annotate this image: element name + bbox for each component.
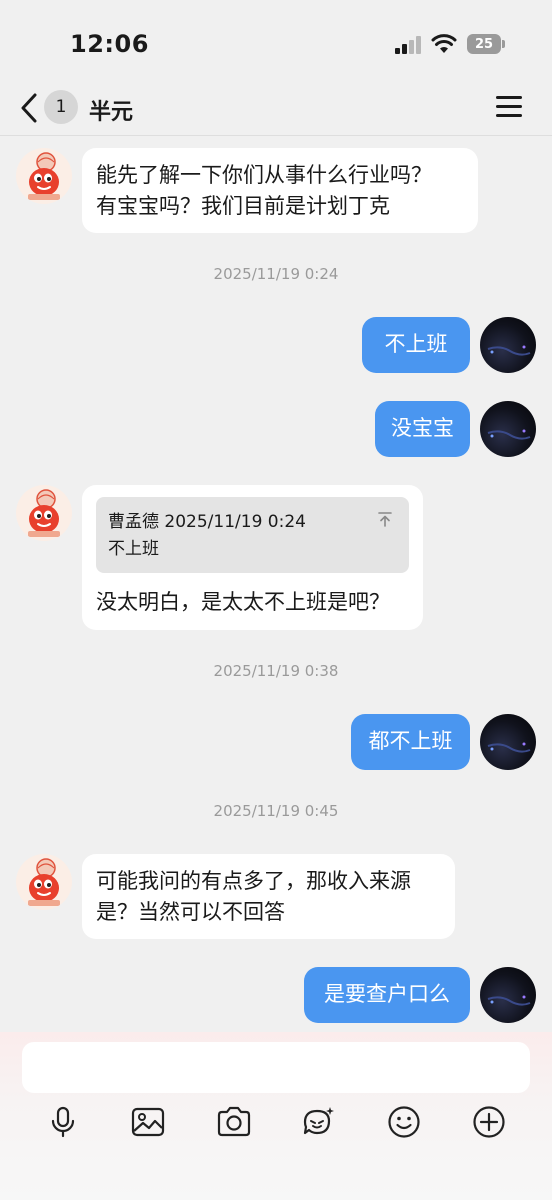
user-avatar[interactable] <box>480 401 536 457</box>
message-list[interactable]: 能先了解一下你们从事什么行业吗？ 有宝宝吗？我们目前是计划丁克 2025/11/… <box>0 136 552 1032</box>
image-icon[interactable] <box>130 1104 166 1140</box>
message-input[interactable] <box>22 1042 530 1093</box>
chat-header: 1 半元 <box>0 80 552 136</box>
user-avatar[interactable] <box>480 714 536 770</box>
message-text: 可能我问的有点多了，那收入来源 <box>96 869 411 893</box>
message-text: 有宝宝吗？我们目前是计划丁克 <box>96 194 390 218</box>
message-text: 没宝宝 <box>391 416 454 440</box>
composer <box>0 1032 552 1200</box>
mascot-icon <box>28 858 60 906</box>
message-text: 没太明白，是太太不上班是吧？ <box>96 590 390 614</box>
chat-title: 半元 <box>89 100 134 125</box>
avatar-photo <box>487 742 531 753</box>
unread-count-badge[interactable]: 1 <box>44 90 78 124</box>
message-text: 是？当然可以不回答 <box>96 900 285 924</box>
mascot-icon <box>28 489 60 537</box>
wifi-icon <box>431 34 457 53</box>
message-bubble-outgoing[interactable]: 不上班 <box>362 317 470 373</box>
message-bubble-outgoing[interactable]: 都不上班 <box>351 714 470 770</box>
menu-icon[interactable] <box>496 96 522 118</box>
battery-tip <box>502 40 505 48</box>
signal-icon <box>395 36 423 54</box>
message-text: 能先了解一下你们从事什么行业吗？ <box>96 163 432 187</box>
avatar-photo <box>487 345 531 356</box>
avatar-photo <box>487 429 531 440</box>
plus-icon[interactable] <box>471 1104 507 1140</box>
message-bubble-outgoing[interactable]: 是要查户口么 <box>304 967 470 1023</box>
message-bubble-incoming[interactable]: 可能我问的有点多了，那收入来源 是？当然可以不回答 <box>82 854 455 939</box>
sticker-icon[interactable] <box>300 1104 336 1140</box>
camera-icon[interactable] <box>216 1104 252 1140</box>
contact-avatar[interactable] <box>16 148 72 204</box>
message-bubble-incoming[interactable]: 能先了解一下你们从事什么行业吗？ 有宝宝吗？我们目前是计划丁克 <box>82 148 478 233</box>
message-bubble-incoming[interactable]: 曹孟德 2025/11/19 0:24 不上班 没太明白，是太太不上班是吧？ <box>82 485 423 630</box>
jump-to-top-icon[interactable] <box>377 511 393 527</box>
status-time: 12:06 <box>70 30 149 58</box>
quoted-message-header: 曹孟德 2025/11/19 0:24 <box>108 512 306 532</box>
avatar-photo <box>487 995 531 1006</box>
message-text: 都不上班 <box>368 729 453 753</box>
user-avatar[interactable] <box>480 967 536 1023</box>
quoted-message-text: 不上班 <box>108 539 159 559</box>
microphone-icon[interactable] <box>45 1104 81 1140</box>
contact-avatar[interactable] <box>16 854 72 910</box>
message-text: 是要查户口么 <box>324 982 450 1006</box>
message-timestamp: 2025/11/19 0:24 <box>213 265 339 283</box>
user-avatar[interactable] <box>480 317 536 373</box>
emoji-icon[interactable] <box>386 1104 422 1140</box>
back-chevron-icon[interactable] <box>18 92 40 124</box>
status-bar: 12:06 25 <box>0 0 552 80</box>
quoted-message[interactable]: 曹孟德 2025/11/19 0:24 不上班 <box>96 497 409 573</box>
message-text: 不上班 <box>384 332 448 356</box>
contact-avatar[interactable] <box>16 485 72 541</box>
message-timestamp: 2025/11/19 0:38 <box>213 662 339 680</box>
message-bubble-outgoing[interactable]: 没宝宝 <box>375 401 470 457</box>
mascot-icon <box>28 152 60 200</box>
message-timestamp: 2025/11/19 0:45 <box>213 802 339 820</box>
battery-icon: 25 <box>467 34 501 54</box>
